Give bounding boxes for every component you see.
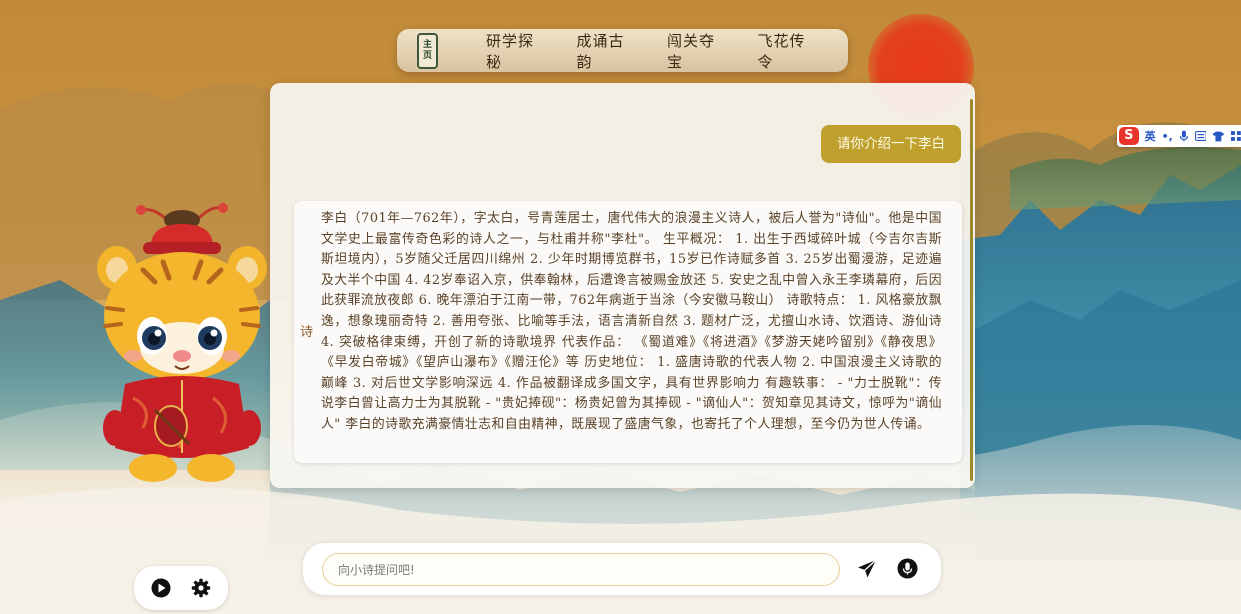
ime-menu-icon[interactable] (1231, 131, 1241, 141)
ime-toolbar[interactable]: S 英 •, (1117, 125, 1241, 147)
home-logo[interactable]: 主 页 (417, 32, 439, 69)
playback-controls (134, 566, 228, 610)
chat-panel: 请你介绍一下李白 李白（701年—762年），字太白，号青莲居士，唐代伟大的浪漫… (270, 83, 975, 488)
logo-char-2: 页 (423, 50, 433, 61)
ime-logo: S (1119, 127, 1139, 145)
chat-scrollbar[interactable] (970, 99, 973, 481)
ime-mode[interactable]: 英 (1145, 128, 1156, 144)
microphone-icon[interactable] (897, 558, 918, 579)
gear-icon[interactable] (191, 578, 211, 598)
ime-keyboard-icon[interactable] (1194, 131, 1207, 141)
nav-item-recite[interactable]: 成诵古韵 (577, 30, 638, 72)
logo-char-1: 主 (423, 39, 433, 50)
send-icon[interactable] (856, 558, 878, 580)
ime-mic-icon[interactable] (1179, 130, 1189, 142)
ime-skin-icon[interactable] (1212, 131, 1225, 142)
nav-item-research[interactable]: 研学探秘 (486, 30, 547, 72)
ime-punct[interactable]: •, (1162, 130, 1173, 143)
bot-message-bubble: 李白（701年—762年），字太白，号青莲居士，唐代伟大的浪漫主义诗人，被后人誉… (294, 201, 962, 463)
bot-avatar-label: 诗 (300, 325, 314, 340)
play-icon[interactable] (151, 578, 171, 598)
nav-item-feihua[interactable]: 飞花传令 (758, 30, 819, 72)
question-input[interactable] (322, 553, 840, 586)
bot-message-row: 李白（701年—762年），字太白，号青莲居士，唐代伟大的浪漫主义诗人，被后人誉… (294, 201, 962, 463)
nav-item-challenge[interactable]: 闯关夺宝 (667, 30, 728, 72)
chat-input-bar (303, 543, 941, 595)
top-nav: 主 页 研学探秘 成诵古韵 闯关夺宝 飞花传令 (397, 29, 848, 72)
tiger-mascot (97, 203, 267, 482)
user-message-bubble: 请你介绍一下李白 (821, 125, 961, 163)
